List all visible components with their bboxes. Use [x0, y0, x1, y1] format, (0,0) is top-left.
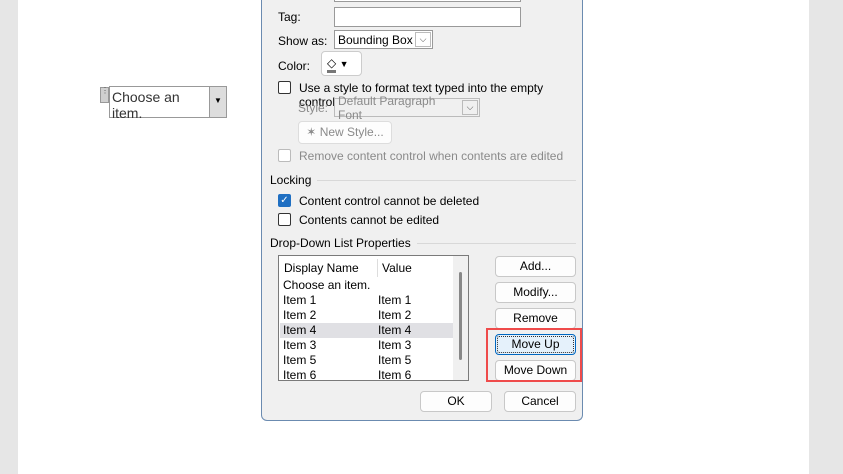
cannot-edit-checkbox[interactable] — [278, 213, 291, 226]
item-display-name: Item 6 — [283, 368, 317, 381]
header-display-name[interactable]: Display Name — [280, 259, 378, 277]
chevron-down-icon: ⌵ — [415, 32, 431, 47]
content-control-properties-dialog: Tag: Show as: Bounding Box ⌵ Color: ◇ ▼ U… — [261, 0, 583, 421]
item-display-name: Choose an item. — [283, 278, 371, 292]
item-value: Item 6 — [378, 368, 412, 381]
style-select[interactable]: Default Paragraph Font ⌵ — [334, 94, 480, 122]
color-label: Color: — [278, 59, 311, 73]
cancel-button[interactable]: Cancel — [504, 391, 576, 412]
list-item[interactable]: Item 5 Item 5 — [280, 353, 466, 368]
tag-label: Tag: — [278, 10, 301, 24]
cannot-edit-label: Contents cannot be edited — [299, 213, 440, 227]
list-item[interactable]: Item 1 Item 1 — [280, 293, 466, 308]
tag-input[interactable] — [334, 7, 521, 27]
item-value: Item 5 — [378, 353, 412, 367]
list-item[interactable]: Choose an item. — [280, 278, 466, 293]
list-header: Display Name Value — [280, 259, 466, 277]
cannot-delete-checkbox[interactable]: ✓ — [278, 194, 291, 207]
remove-cc-label: Remove content control when contents are… — [299, 149, 564, 163]
new-style-button[interactable]: ✶ New Style... — [298, 121, 392, 144]
style-value: Default Paragraph Font — [338, 93, 436, 122]
remove-button[interactable]: Remove — [495, 308, 576, 329]
item-value: Item 4 — [378, 323, 412, 337]
chevron-down-icon: ⌵ — [462, 100, 478, 115]
show-as-label: Show as: — [278, 34, 328, 48]
right-margin — [809, 0, 843, 474]
dropdown-content-control[interactable]: ⋮ Choose an item. ▼ — [100, 86, 227, 121]
new-style-label: New Style... — [319, 125, 384, 139]
locking-label: Locking — [270, 173, 312, 187]
list-scrollbar[interactable] — [453, 256, 468, 380]
show-as-value: Bounding Box — [338, 32, 413, 47]
dropdown-items-list[interactable]: Display Name Value Choose an item. Item 1… — [278, 255, 469, 381]
title-field[interactable] — [334, 0, 521, 2]
control-text[interactable]: Choose an item. — [109, 86, 209, 121]
item-display-name: Item 3 — [283, 338, 317, 352]
list-item[interactable]: Item 3 Item 3 — [280, 338, 466, 353]
new-style-icon: ✶ — [306, 125, 317, 139]
remove-cc-checkbox[interactable] — [278, 149, 291, 162]
item-value: Item 2 — [378, 308, 412, 322]
item-display-name: Item 1 — [283, 293, 317, 307]
drag-handle-icon[interactable]: ⋮ — [100, 87, 109, 103]
item-display-name: Item 4 — [283, 323, 317, 337]
header-value[interactable]: Value — [378, 259, 412, 277]
dropdown-properties-group: Drop-Down List Properties — [270, 236, 576, 250]
item-display-name: Item 2 — [283, 308, 317, 322]
caret-down-icon: ▼ — [339, 59, 349, 69]
modify-button[interactable]: Modify... — [495, 282, 576, 303]
item-value: Item 3 — [378, 338, 412, 352]
cannot-delete-label: Content control cannot be deleted — [299, 194, 480, 208]
item-display-name: Item 5 — [283, 353, 317, 367]
list-item[interactable]: Item 2 Item 2 — [280, 308, 466, 323]
ok-button[interactable]: OK — [420, 391, 492, 412]
item-value: Item 1 — [378, 293, 412, 307]
dropdown-arrow-icon[interactable]: ▼ — [209, 86, 227, 118]
list-item[interactable]: Item 4 Item 4 — [280, 323, 466, 338]
use-style-checkbox[interactable] — [278, 81, 291, 94]
show-as-select[interactable]: Bounding Box ⌵ — [334, 30, 433, 49]
paint-bucket-icon: ◇ — [327, 56, 337, 73]
style-label: Style: — [298, 101, 329, 115]
list-item[interactable]: Item 6 Item 6 — [280, 368, 466, 381]
scrollbar-thumb[interactable] — [459, 272, 462, 360]
dropdown-properties-label: Drop-Down List Properties — [270, 236, 411, 250]
color-picker-button[interactable]: ◇ ▼ — [321, 51, 362, 76]
locking-group: Locking — [270, 173, 576, 187]
add-button[interactable]: Add... — [495, 256, 576, 277]
highlight-box — [486, 328, 582, 382]
